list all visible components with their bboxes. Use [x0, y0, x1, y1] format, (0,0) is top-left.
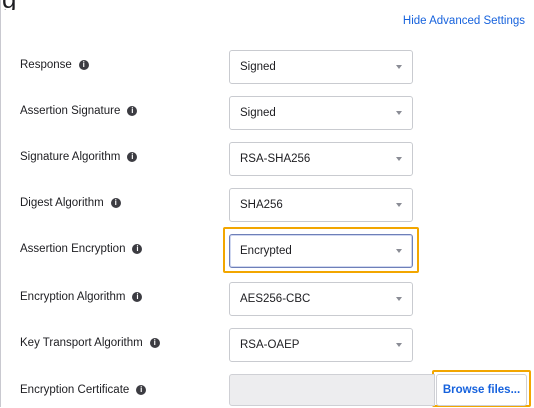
help-circle-icon[interactable]: i	[110, 198, 121, 208]
help-circle-icon[interactable]: i	[136, 385, 147, 395]
field-label: Assertion Encryption i	[20, 232, 143, 266]
select-value: AES256-CBC	[240, 293, 311, 305]
field-row-encryption-algorithm: Encryption Algorithm i AES256-CBC	[1, 280, 534, 316]
chevron-down-icon	[396, 157, 402, 161]
field-row-key-transport-algorithm: Key Transport Algorithm i RSA-OAEP	[1, 326, 534, 362]
field-label-text: Response	[20, 59, 72, 71]
field-label: Digest Algorithm i	[20, 186, 121, 220]
field-label: Encryption Certificate i	[20, 374, 147, 406]
field-label-text: Encryption Algorithm	[20, 291, 126, 303]
key-transport-algorithm-select[interactable]: RSA-OAEP	[229, 328, 413, 362]
field-label: Response i	[20, 48, 89, 82]
certificate-file-input[interactable]	[229, 374, 435, 406]
select-value: RSA-SHA256	[240, 153, 311, 165]
cropped-heading-glyph: g	[2, 0, 16, 10]
help-circle-icon[interactable]: i	[127, 152, 138, 162]
select-value: Encrypted	[240, 245, 292, 257]
field-row-assertion-encryption: Assertion Encryption i Encrypted	[1, 232, 534, 268]
chevron-down-icon	[396, 343, 402, 347]
field-row-encryption-certificate: Encryption Certificate i Browse files...	[1, 374, 534, 408]
help-circle-icon[interactable]: i	[132, 292, 143, 302]
field-row-response: Response i Signed	[1, 48, 534, 84]
field-label-text: Signature Algorithm	[20, 151, 121, 163]
response-select[interactable]: Signed	[229, 50, 413, 84]
field-label: Key Transport Algorithm i	[20, 326, 160, 360]
field-label-text: Key Transport Algorithm	[20, 337, 143, 349]
top-edge: g	[1, 0, 534, 10]
field-row-assertion-signature: Assertion Signature i Signed	[1, 94, 534, 130]
field-label: Encryption Algorithm i	[20, 280, 143, 314]
chevron-down-icon	[396, 65, 402, 69]
encryption-algorithm-select[interactable]: AES256-CBC	[229, 282, 413, 316]
signature-algorithm-select[interactable]: RSA-SHA256	[229, 142, 413, 176]
help-circle-icon[interactable]: i	[149, 338, 160, 348]
chevron-down-icon	[396, 111, 402, 115]
select-value: SHA256	[240, 199, 283, 211]
settings-panel: g Hide Advanced Settings Response i Sign…	[0, 0, 534, 407]
field-label-text: Encryption Certificate	[20, 384, 130, 396]
chevron-down-icon	[396, 203, 402, 207]
help-circle-icon[interactable]: i	[78, 60, 89, 70]
field-label: Assertion Signature i	[20, 94, 138, 128]
field-row-signature-algorithm: Signature Algorithm i RSA-SHA256	[1, 140, 534, 176]
field-label-text: Assertion Signature	[20, 105, 121, 117]
field-label-text: Assertion Encryption	[20, 243, 126, 255]
help-circle-icon[interactable]: i	[127, 106, 138, 116]
field-label: Signature Algorithm i	[20, 140, 138, 174]
select-value: RSA-OAEP	[240, 339, 300, 351]
field-label-text: Digest Algorithm	[20, 197, 104, 209]
field-row-digest-algorithm: Digest Algorithm i SHA256	[1, 186, 534, 222]
hide-advanced-settings-link[interactable]: Hide Advanced Settings	[403, 15, 525, 27]
browse-files-button[interactable]: Browse files...	[436, 374, 527, 406]
chevron-down-icon	[396, 297, 402, 301]
select-value: Signed	[240, 61, 276, 73]
assertion-signature-select[interactable]: Signed	[229, 96, 413, 130]
digest-algorithm-select[interactable]: SHA256	[229, 188, 413, 222]
select-value: Signed	[240, 107, 276, 119]
chevron-down-icon	[396, 249, 402, 253]
help-circle-icon[interactable]: i	[132, 244, 143, 254]
assertion-encryption-select[interactable]: Encrypted	[229, 234, 413, 268]
